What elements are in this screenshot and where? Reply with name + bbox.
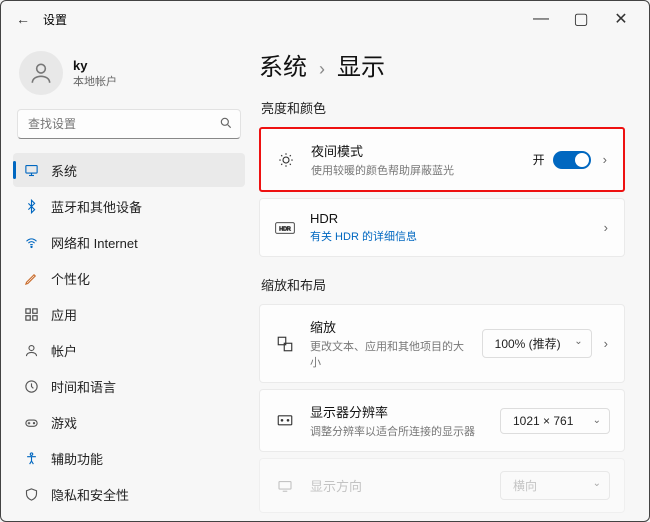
search-input[interactable] — [17, 109, 241, 139]
nav-gaming[interactable]: 游戏 — [13, 405, 245, 439]
card-title: HDR — [310, 211, 588, 226]
nav-system[interactable]: 系统 — [13, 153, 245, 187]
section-brightness: 亮度和颜色 — [261, 98, 625, 117]
section-scale: 缩放和布局 — [261, 275, 625, 294]
card-night-light[interactable]: 夜间模式 使用较暖的颜色帮助屏蔽蓝光 开 › — [259, 127, 625, 192]
nav-personalize[interactable]: 个性化 — [13, 261, 245, 295]
nav-account[interactable]: 帐户 — [13, 333, 245, 367]
nav-label: 应用 — [51, 305, 77, 324]
breadcrumb: 系统 › 显示 — [259, 47, 625, 82]
accessibility-icon — [23, 451, 39, 466]
chevron-down-icon: ⌄ — [593, 478, 601, 489]
card-title: 显示方向 — [310, 476, 486, 495]
card-hdr[interactable]: HDR HDR 有关 HDR 的详细信息 › — [259, 198, 625, 257]
nav-label: 系统 — [51, 161, 77, 180]
nav-bluetooth[interactable]: 蓝牙和其他设备 — [13, 189, 245, 223]
card-resolution[interactable]: 显示器分辨率 调整分辨率以适合所连接的显示器 1021 × 761 ⌄ — [259, 389, 625, 452]
dropdown-value: 100% (推荐) — [495, 337, 561, 351]
nav-label: 游戏 — [51, 413, 77, 432]
main-content: 系统 › 显示 亮度和颜色 夜间模式 使用较暖的颜色帮助屏蔽蓝光 开 › — [249, 37, 649, 521]
search-box[interactable] — [17, 109, 241, 139]
svg-text:HDR: HDR — [279, 226, 291, 232]
hdr-link[interactable]: 有关 HDR 的详细信息 — [310, 228, 588, 244]
card-orientation: 显示方向 横向 ⌄ — [259, 458, 625, 513]
account-icon — [23, 343, 39, 358]
wifi-icon — [23, 235, 39, 250]
orientation-dropdown: 横向 ⌄ — [500, 471, 610, 500]
card-scale[interactable]: 缩放 更改文本、应用和其他项目的大小 100% (推荐) ⌄ › — [259, 304, 625, 383]
resolution-icon — [274, 412, 296, 430]
system-icon — [23, 163, 39, 178]
minimize-button[interactable]: — — [521, 5, 561, 33]
card-sub: 更改文本、应用和其他项目的大小 — [310, 338, 468, 370]
nav-label: 蓝牙和其他设备 — [51, 197, 142, 216]
orientation-icon — [274, 477, 296, 495]
nav-label: Windows 更新 — [51, 521, 133, 522]
personalize-icon — [23, 271, 39, 286]
nav-update[interactable]: Windows 更新 — [13, 513, 245, 521]
crumb-current: 显示 — [337, 47, 385, 82]
card-title: 夜间模式 — [311, 141, 519, 160]
card-sub: 使用较暖的颜色帮助屏蔽蓝光 — [311, 162, 519, 178]
user-block[interactable]: ky 本地帐户 — [13, 45, 245, 109]
titlebar: ← 设置 — ▢ ✕ — [1, 1, 649, 37]
card-sub: 调整分辨率以适合所连接的显示器 — [310, 423, 486, 439]
scale-dropdown[interactable]: 100% (推荐) ⌄ — [482, 329, 592, 358]
maximize-button[interactable]: ▢ — [561, 5, 601, 33]
night-light-icon — [275, 151, 297, 169]
apps-icon — [23, 307, 39, 322]
time-icon — [23, 379, 39, 394]
nav-apps[interactable]: 应用 — [13, 297, 245, 331]
user-name: ky — [73, 58, 117, 73]
crumb-parent[interactable]: 系统 — [259, 47, 307, 82]
chevron-right-icon: › — [319, 59, 325, 80]
chevron-down-icon: ⌄ — [574, 336, 582, 347]
search-icon — [219, 116, 233, 135]
privacy-icon — [23, 487, 39, 502]
nav-label: 隐私和安全性 — [51, 485, 129, 504]
back-button[interactable]: ← — [9, 5, 37, 33]
nav-network[interactable]: 网络和 Internet — [13, 225, 245, 259]
toggle-state: 开 — [533, 151, 545, 168]
nav-label: 个性化 — [51, 269, 90, 288]
nav-label: 帐户 — [51, 341, 77, 360]
sidebar: ky 本地帐户 系统 蓝牙和其他设备 — [1, 37, 249, 521]
nav-time[interactable]: 时间和语言 — [13, 369, 245, 403]
card-title: 显示器分辨率 — [310, 402, 486, 421]
nav-accessibility[interactable]: 辅助功能 — [13, 441, 245, 475]
chevron-right-icon[interactable]: › — [602, 336, 610, 351]
avatar — [19, 51, 63, 95]
resolution-dropdown[interactable]: 1021 × 761 ⌄ — [500, 408, 610, 434]
bluetooth-icon — [23, 199, 39, 214]
window-title: 设置 — [43, 11, 67, 28]
nav-label: 时间和语言 — [51, 377, 116, 396]
card-title: 缩放 — [310, 317, 468, 336]
nav-label: 辅助功能 — [51, 449, 103, 468]
close-button[interactable]: ✕ — [601, 5, 641, 33]
scale-icon — [274, 335, 296, 353]
nav-privacy[interactable]: 隐私和安全性 — [13, 477, 245, 511]
night-light-toggle[interactable]: 开 — [533, 151, 591, 169]
nav: 系统 蓝牙和其他设备 网络和 Internet 个性化 应用 — [13, 153, 245, 521]
chevron-down-icon: ⌄ — [593, 415, 601, 426]
chevron-right-icon[interactable]: › — [601, 152, 609, 167]
hdr-icon: HDR — [274, 221, 296, 235]
dropdown-value: 1021 × 761 — [513, 414, 573, 428]
chevron-right-icon[interactable]: › — [602, 220, 610, 235]
dropdown-value: 横向 — [513, 479, 537, 493]
gaming-icon — [23, 415, 39, 430]
user-sub: 本地帐户 — [73, 73, 117, 89]
switch-on-icon — [553, 151, 591, 169]
nav-label: 网络和 Internet — [51, 233, 138, 252]
